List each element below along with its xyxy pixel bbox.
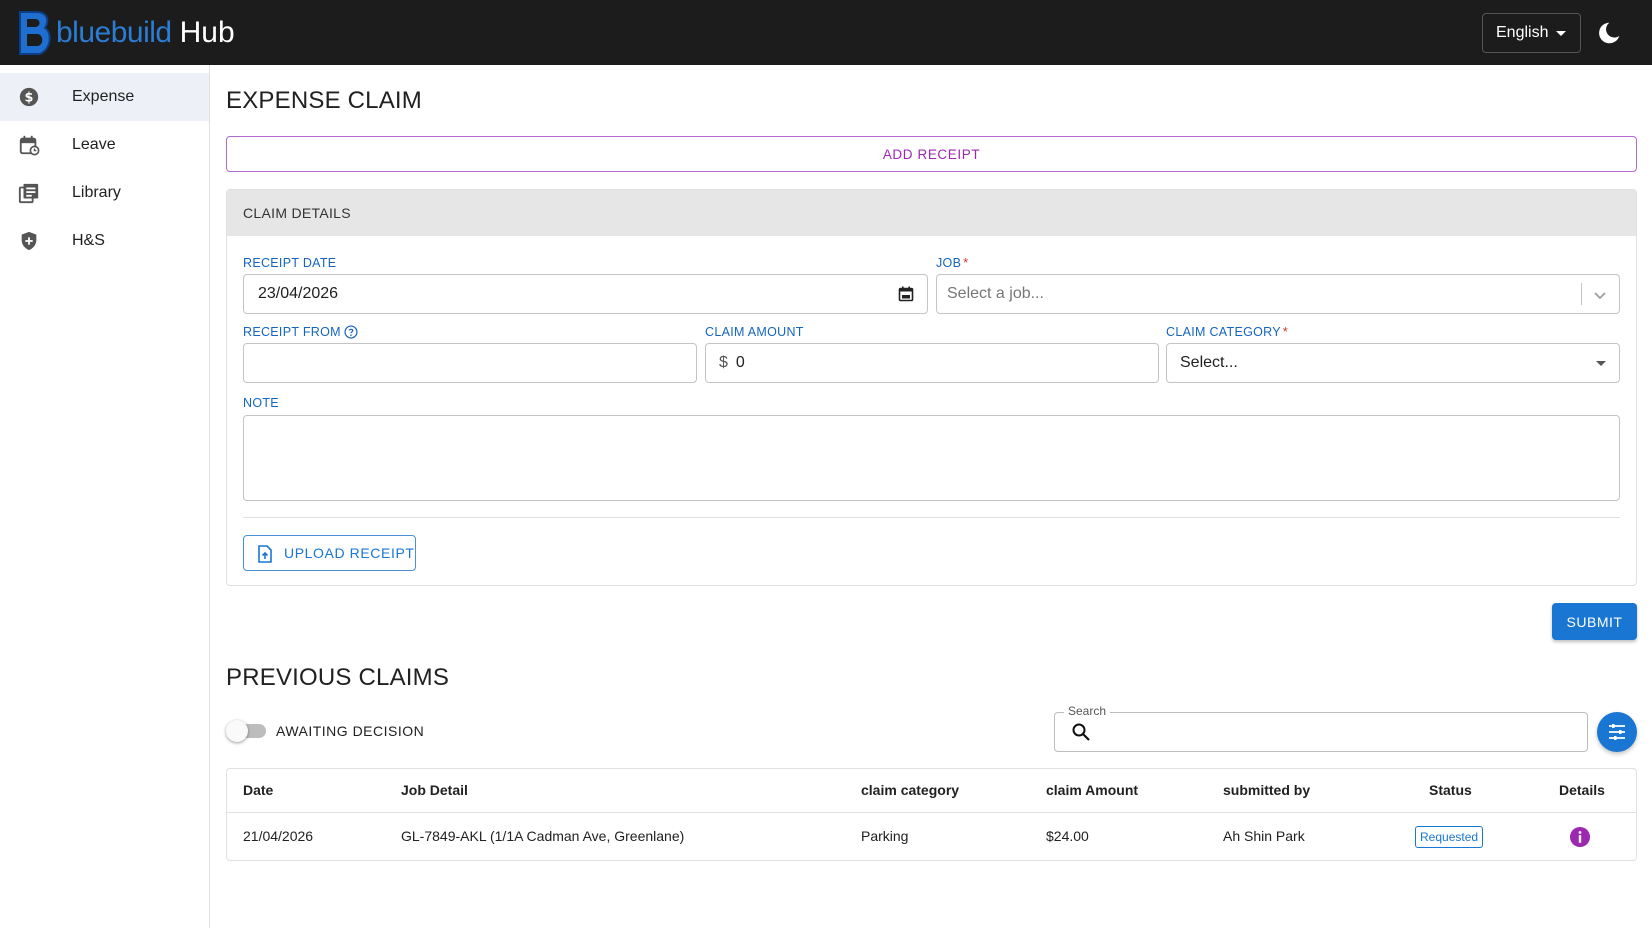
shield-plus-icon: [21, 231, 37, 251]
column-header[interactable]: Job Detail: [401, 782, 468, 798]
receipt-from-input[interactable]: [243, 343, 697, 383]
sidebar: $ Expense Leave Library H&S: [0, 65, 210, 928]
previous-claims-table: Date Job Detail claim category claim Amo…: [226, 768, 1637, 861]
tune-icon: [1609, 724, 1625, 740]
select-separator: [1581, 283, 1582, 305]
caret-down-icon: [1596, 361, 1606, 366]
job-label: JOB *: [936, 256, 968, 270]
cell-date: 21/04/2026: [243, 828, 314, 844]
sidebar-item-label: H&S: [72, 232, 105, 249]
cell-category: Parking: [861, 828, 909, 844]
column-header[interactable]: Status: [1429, 782, 1472, 798]
upload-receipt-label: UPLOAD RECEIPT: [284, 545, 415, 561]
add-receipt-button[interactable]: ADD RECEIPT: [226, 136, 1637, 172]
claim-category-select[interactable]: Select...: [1166, 343, 1620, 383]
logo-hub: Hub: [179, 16, 235, 49]
sidebar-item-label: Library: [72, 184, 121, 201]
library-icon: [18, 183, 39, 204]
sidebar-item-hs[interactable]: H&S: [0, 217, 209, 265]
job-label-text: JOB: [936, 256, 962, 270]
column-header[interactable]: Details: [1559, 782, 1605, 798]
top-app-bar: bluebuild Hub English: [0, 0, 1652, 65]
receipt-from-label: RECEIPT FROM: [243, 325, 358, 339]
required-mark: *: [1282, 325, 1289, 339]
receipt-date-value: 23/04/2026: [258, 285, 339, 302]
sidebar-item-library[interactable]: Library: [0, 169, 209, 217]
claim-amount-label: CLAIM AMOUNT: [705, 325, 804, 339]
receipt-date-label-text: RECEIPT DATE: [243, 256, 337, 270]
claim-amount-label-text: CLAIM AMOUNT: [705, 325, 804, 339]
receipt-date-field[interactable]: 23/04/2026: [243, 274, 928, 314]
search-input[interactable]: [1054, 712, 1588, 752]
sidebar-item-label: Expense: [72, 88, 135, 105]
moon-icon[interactable]: [1596, 20, 1622, 46]
note-label-text: NOTE: [243, 396, 279, 410]
calendar-icon[interactable]: [898, 286, 914, 302]
claim-category-label: CLAIM CATEGORY *: [1166, 325, 1288, 339]
job-select[interactable]: Select a job...: [936, 274, 1620, 314]
app-logo[interactable]: bluebuild Hub: [14, 8, 235, 58]
receipt-from-label-text: RECEIPT FROM: [243, 325, 341, 339]
svg-text:$: $: [25, 91, 34, 106]
claim-amount-input[interactable]: $ 0: [705, 343, 1159, 383]
sidebar-item-label: Leave: [72, 136, 116, 153]
search-label: Search: [1064, 704, 1111, 718]
note-textarea[interactable]: [243, 415, 1620, 501]
job-placeholder: Select a job...: [947, 285, 1044, 302]
language-select[interactable]: English: [1482, 13, 1581, 53]
calendar-icon: [19, 135, 40, 156]
sidebar-item-leave[interactable]: Leave: [0, 121, 209, 169]
dollar-circle-icon: $: [19, 87, 39, 107]
cell-job-detail: GL-7849-AKL (1/1A Cadman Ave, Greenlane): [401, 828, 685, 844]
claim-category-value: Select...: [1180, 354, 1238, 371]
search-icon: [1072, 723, 1090, 741]
chevron-down-icon[interactable]: [1592, 287, 1608, 303]
submit-button[interactable]: SUBMIT: [1552, 603, 1637, 640]
toggle-thumb: [226, 720, 248, 742]
logo-b-mark: [19, 11, 51, 55]
language-label: English: [1496, 24, 1549, 41]
filter-button[interactable]: [1597, 712, 1637, 752]
claim-details-card: CLAIM DETAILS RECEIPT DATE 23/04/2026 JO…: [226, 189, 1637, 586]
status-badge: Requested: [1415, 826, 1484, 848]
note-label: NOTE: [243, 396, 279, 410]
logo-word: bluebuild: [56, 16, 172, 49]
file-upload-icon: [258, 545, 272, 563]
awaiting-decision-label: AWAITING DECISION: [276, 723, 425, 739]
caret-down-icon: [1556, 30, 1567, 36]
claim-amount-value: 0: [735, 354, 745, 371]
awaiting-decision-toggle[interactable]: [226, 719, 268, 743]
column-header[interactable]: Date: [243, 782, 273, 798]
help-circle-icon[interactable]: [344, 325, 358, 339]
info-icon[interactable]: [1570, 827, 1590, 847]
column-header[interactable]: claim category: [861, 782, 959, 798]
claim-category-label-text: CLAIM CATEGORY: [1166, 325, 1281, 339]
page-title: EXPENSE CLAIM: [226, 87, 422, 114]
receipt-date-label: RECEIPT DATE: [243, 256, 336, 270]
cell-submitted-by: Ah Shin Park: [1223, 828, 1305, 844]
row-divider: [227, 812, 1636, 813]
column-header[interactable]: submitted by: [1223, 782, 1310, 798]
required-mark: *: [963, 256, 969, 270]
previous-claims-title: PREVIOUS CLAIMS: [226, 664, 450, 691]
currency-prefix: $: [719, 354, 728, 371]
cell-amount: $24.00: [1046, 828, 1089, 844]
upload-receipt-button[interactable]: UPLOAD RECEIPT: [243, 535, 416, 571]
claim-details-header: CLAIM DETAILS: [227, 190, 1636, 236]
column-header[interactable]: claim Amount: [1046, 782, 1138, 798]
divider: [243, 517, 1620, 518]
sidebar-item-expense[interactable]: $ Expense: [0, 73, 209, 121]
